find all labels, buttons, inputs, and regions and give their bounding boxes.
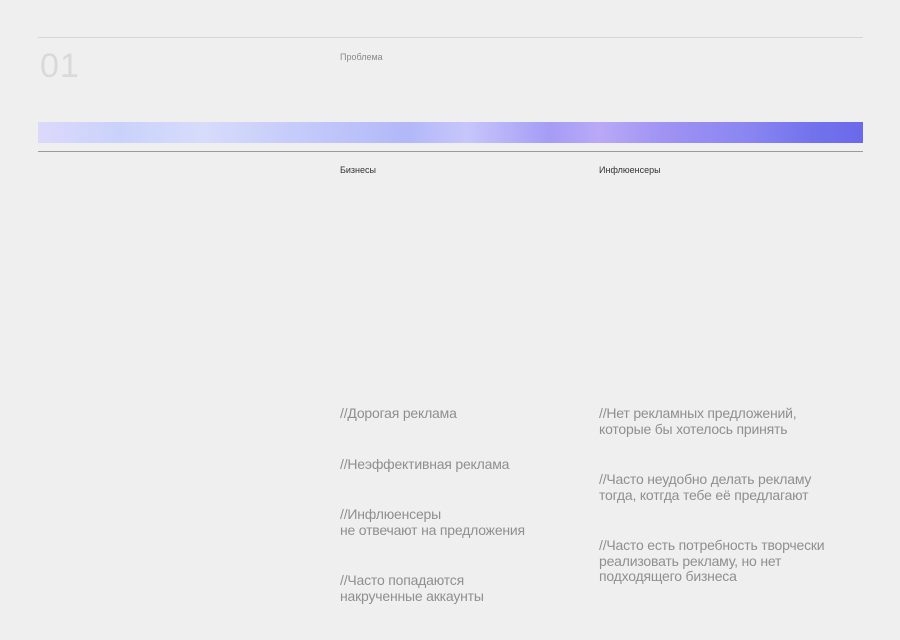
gradient-banner	[38, 122, 863, 143]
top-divider	[38, 37, 863, 38]
column-heading-business: Бизнесы	[340, 165, 377, 175]
column-heading-influencers: Инфлюенсеры	[599, 165, 661, 175]
business-problem-item: //Дорогая реклама	[340, 405, 457, 421]
influencer-problem-item: //Часто неудобно делать рекламу тогда, к…	[599, 471, 812, 503]
business-problem-item: //Часто попадаются накрученные аккаунты	[340, 572, 484, 604]
influencer-problem-item: //Часто есть потребность творчески реали…	[599, 537, 825, 584]
section-title: Проблема	[340, 52, 383, 62]
business-problem-item: //Инфлюенсеры не отвечают на предложения	[340, 506, 525, 538]
business-problem-item: //Неэффективная реклама	[340, 456, 510, 472]
slide-number: 01	[40, 47, 80, 85]
section-divider	[38, 151, 863, 152]
influencer-problem-item: //Нет рекламных предложений, которые бы …	[599, 405, 797, 437]
